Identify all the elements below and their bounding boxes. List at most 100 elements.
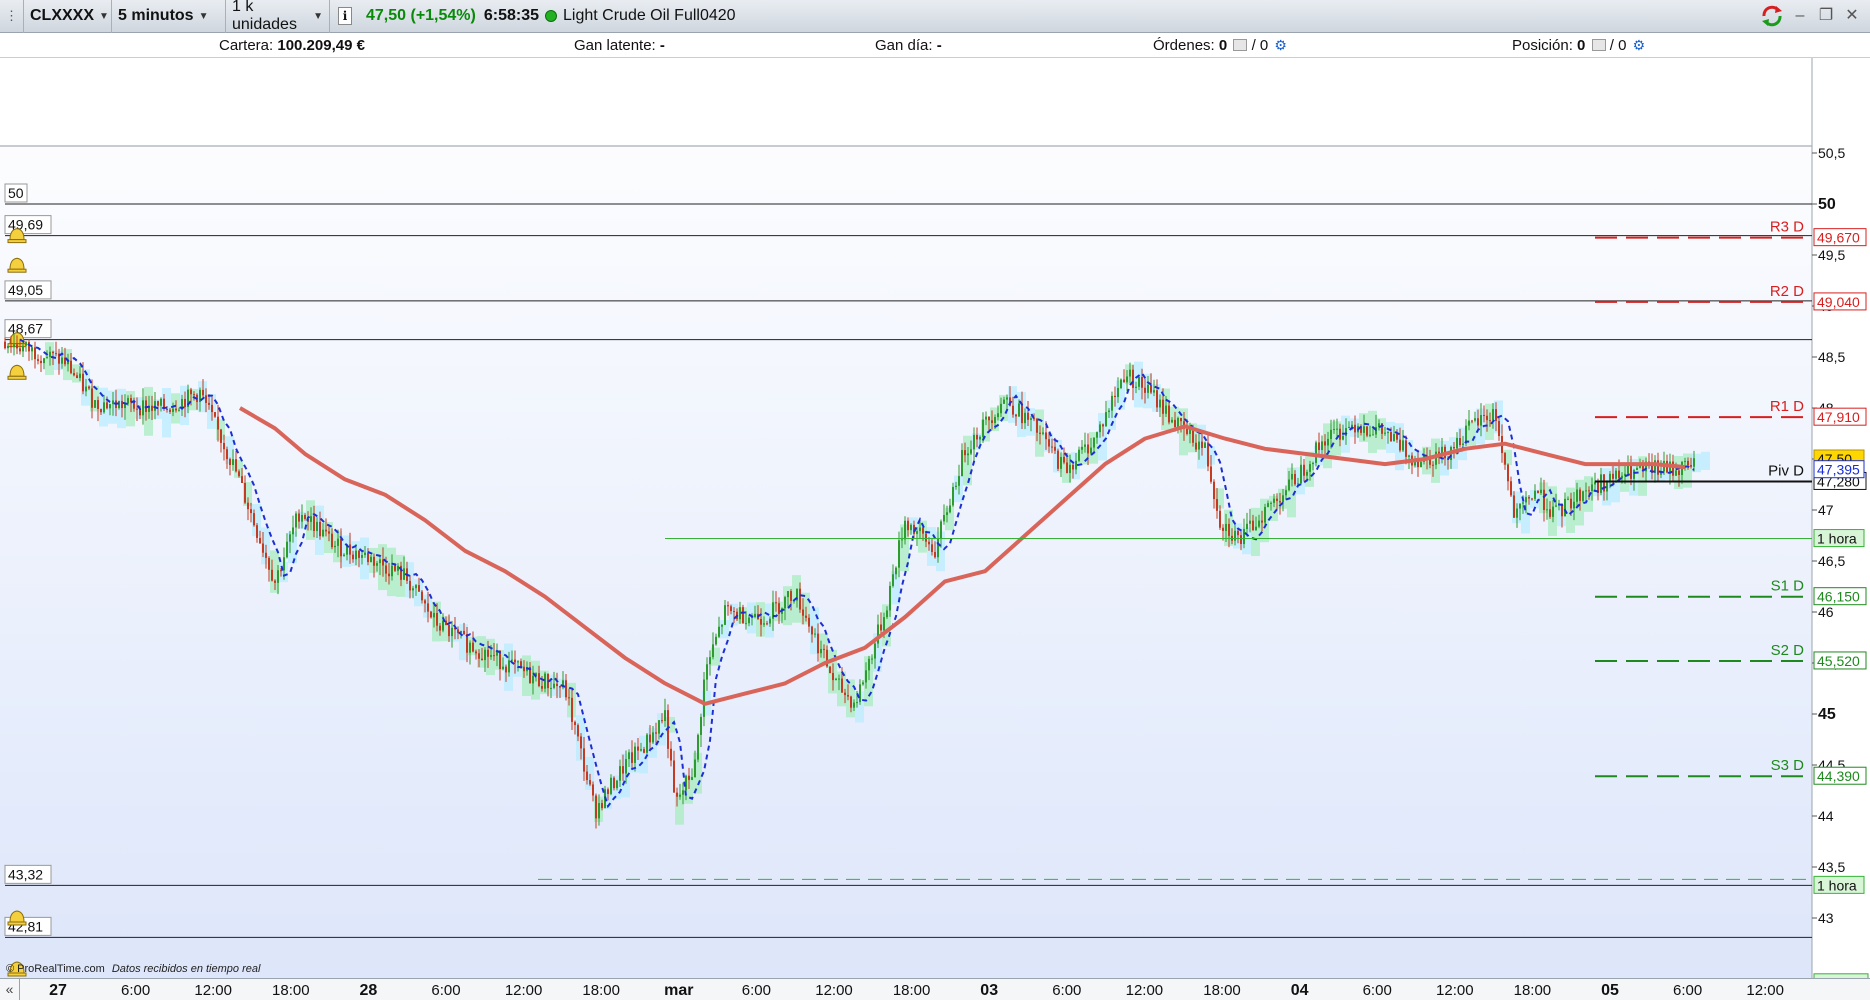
time-axis-hour-label: 12:00 [1436, 982, 1474, 999]
candle-body [1582, 491, 1584, 501]
footer-status: Datos recibidos en tiempo real [111, 963, 261, 975]
candle-body [991, 420, 993, 423]
candle-body [1198, 441, 1200, 450]
candle-body [556, 683, 558, 687]
candle-body [331, 533, 333, 548]
candle-body [94, 400, 96, 408]
candle-body [1117, 387, 1119, 398]
candle-body [1618, 470, 1620, 479]
candle-body [1045, 432, 1047, 440]
candle-body [469, 642, 471, 653]
candle-body [1279, 501, 1281, 503]
candle-body [298, 513, 300, 522]
candle-body [355, 550, 357, 560]
time-axis[interactable]: « 27 6:00 12:00 18:00 28 6:00 12:00 18:00 mar 6:0… [0, 978, 1870, 1000]
candle-body [277, 570, 279, 583]
sync-icon[interactable] [1760, 5, 1784, 27]
chevron-down-icon: ▼ [313, 10, 323, 22]
candle-body [1531, 498, 1533, 500]
gear-icon[interactable]: ⚙ [1633, 37, 1646, 54]
candle-body [1498, 421, 1500, 437]
units-selector[interactable]: 1 k unidades ▼ [226, 0, 330, 33]
candle-body [523, 666, 525, 672]
candle-body [1600, 474, 1602, 493]
candle-body [646, 734, 648, 753]
candle-body [973, 434, 975, 450]
candle-body [997, 413, 999, 418]
candle-body [112, 400, 114, 405]
price-chart-area[interactable]: 50,55049,54948,54847,54746,54645,54544,5… [0, 58, 1870, 978]
candle-body [892, 574, 894, 586]
candle-body [1612, 473, 1614, 479]
cancel-orders-icon[interactable] [1233, 39, 1248, 51]
candle-body [103, 402, 105, 413]
period-selector[interactable]: 5 minutos ▼ [112, 0, 226, 33]
candle-body [955, 485, 957, 487]
account-bar: Cartera: 100.209,49 € Gan latente: - Gan… [0, 33, 1870, 58]
position-label: Posición: [1512, 37, 1573, 54]
candle-body [1018, 403, 1020, 417]
restore-icon[interactable]: ❐ [1816, 6, 1836, 26]
candle-body [970, 449, 972, 454]
candle-body [157, 401, 159, 406]
candle-body [1609, 473, 1611, 482]
candle-body [73, 373, 75, 376]
candle-body [979, 436, 981, 440]
gear-icon[interactable]: ⚙ [1274, 37, 1287, 54]
candle-body [679, 794, 681, 797]
grip-icon[interactable]: ⋮ [0, 0, 24, 33]
price-axis-marker: 1 hora [1817, 531, 1857, 547]
candle-body [70, 360, 72, 374]
candle-body [214, 412, 216, 417]
candle-body [322, 529, 324, 537]
candle-body [586, 771, 588, 781]
candle-body [1000, 403, 1002, 414]
candle-body [712, 644, 714, 658]
time-axis-hour-label: 12:00 [504, 982, 543, 999]
candle-body [340, 538, 342, 557]
candle-body [919, 527, 921, 532]
minimize-icon[interactable]: – [1790, 6, 1810, 26]
close-position-icon[interactable] [1591, 39, 1606, 51]
info-icon[interactable]: i [338, 7, 352, 25]
candle-body [1204, 442, 1206, 448]
candle-body [814, 633, 816, 635]
price-chart[interactable]: 50,55049,54948,54847,54746,54645,54544,5… [0, 58, 1870, 978]
candle-body [1105, 412, 1107, 427]
scroll-left-icon[interactable]: « [0, 979, 20, 1000]
candle-body [580, 736, 582, 749]
candle-body [1486, 415, 1488, 421]
candle-body [310, 516, 312, 522]
candle-body [457, 629, 459, 633]
candle-body [634, 746, 636, 763]
candle-body [1225, 523, 1227, 531]
candle-body [88, 386, 90, 389]
candle-body [451, 627, 453, 637]
candle-body [1222, 527, 1224, 531]
chart-background [0, 58, 1870, 978]
candle-body [1162, 399, 1164, 414]
orders-summary: Órdenes: 0 / 0 ⚙ [1153, 37, 1287, 54]
candle-body [676, 792, 678, 797]
candle-body [745, 623, 747, 625]
candle-body [964, 450, 966, 456]
candle-body [520, 661, 522, 667]
close-icon[interactable]: ✕ [1842, 6, 1862, 26]
candle-body [1333, 429, 1335, 431]
position-total: / 0 [1609, 37, 1627, 54]
symbol-selector[interactable]: CLXXXX ▼ [24, 0, 112, 33]
candle-body [742, 607, 744, 624]
candle-body [136, 408, 138, 410]
candle-body [1012, 405, 1014, 415]
candle-body [1126, 376, 1128, 383]
candle-body [319, 521, 321, 537]
candle-body [1480, 415, 1482, 426]
candle-body [220, 429, 222, 443]
candle-body [472, 642, 474, 652]
candle-body [1342, 435, 1344, 440]
candle-body [1615, 470, 1617, 479]
candle-body [82, 373, 84, 392]
candle-body [1090, 447, 1092, 454]
candle-body [661, 720, 663, 722]
candle-body [1267, 503, 1269, 507]
